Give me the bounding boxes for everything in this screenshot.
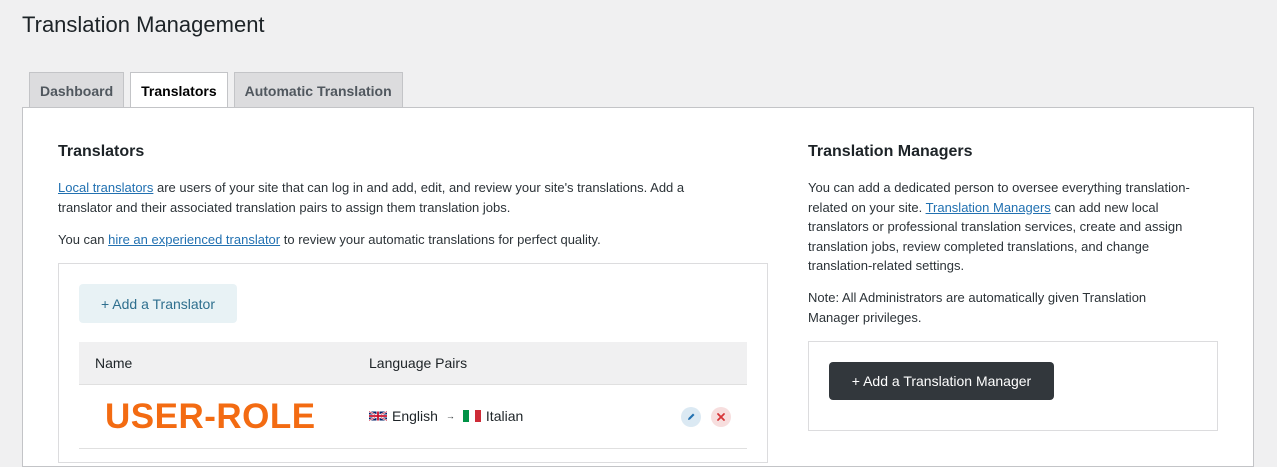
note-line-1: Note: All Administrators are automatical… <box>808 290 1147 305</box>
translator-name: USER-ROLE <box>105 397 316 436</box>
target-language: Italian <box>485 408 524 424</box>
hire-prefix: You can <box>58 232 109 247</box>
page-title: Translation Management <box>22 12 265 37</box>
window-edge <box>1273 0 1277 456</box>
tab-bar: Dashboard Translators Automatic Translat… <box>29 72 403 109</box>
local-translators-link[interactable]: Local translators <box>58 180 153 195</box>
hire-suffix: to review your automatic translations fo… <box>280 232 601 247</box>
pencil-icon <box>688 413 695 420</box>
translators-intro-text: are users of your site that can log in a… <box>153 180 685 195</box>
column-language-pairs: Language Pairs <box>369 355 468 371</box>
managers-intro-line-3: translators or professional translation … <box>808 219 1183 234</box>
translators-table-header: Name Language Pairs <box>79 342 747 385</box>
delete-translator-button[interactable] <box>711 407 731 427</box>
translators-intro: Local translators are users of your site… <box>58 178 758 217</box>
managers-intro-line-2-suffix: can add new local <box>1050 199 1159 215</box>
note-line-2: Manager privileges. <box>808 309 922 325</box>
tab-dashboard[interactable]: Dashboard <box>29 72 125 108</box>
italy-flag-icon <box>462 410 481 422</box>
hire-translator-text: You can hire an experienced translator t… <box>58 230 758 250</box>
managers-intro-line-2-prefix: related on your site. <box>808 199 926 215</box>
managers-intro-line-5: translation-related settings. <box>808 258 965 273</box>
administrators-note: Note: All Administrators are automatical… <box>808 288 1228 327</box>
tab-automatic-translation[interactable]: Automatic Translation <box>233 72 403 108</box>
arrow-right-icon: → <box>445 411 455 421</box>
close-icon <box>717 413 725 421</box>
tab-translators[interactable]: Translators <box>130 72 228 109</box>
managers-intro: You can add a dedicated person to overse… <box>808 178 1228 276</box>
language-pair: English → Italian <box>369 408 523 424</box>
translators-title: Translators <box>58 143 145 160</box>
translation-managers-title: Translation Managers <box>808 143 973 160</box>
translation-managers-link[interactable]: Translation Managers <box>926 200 1051 215</box>
translators-intro-text-2: translator and their associated translat… <box>58 199 511 215</box>
source-language: English <box>392 408 438 424</box>
managers-intro-line-1: You can add a dedicated person to overse… <box>808 180 1190 195</box>
managers-intro-line-4: translation jobs, review completed trans… <box>808 238 1150 254</box>
table-row: USER-ROLE English → Italian <box>79 385 747 449</box>
uk-flag-icon <box>369 410 387 422</box>
add-translator-button[interactable]: + Add a Translator <box>79 284 237 323</box>
hire-translator-link[interactable]: hire an experienced translator <box>108 232 280 247</box>
add-translation-manager-button[interactable]: + Add a Translation Manager <box>829 362 1054 400</box>
column-name: Name <box>95 355 133 371</box>
edit-translator-button[interactable] <box>681 407 701 427</box>
